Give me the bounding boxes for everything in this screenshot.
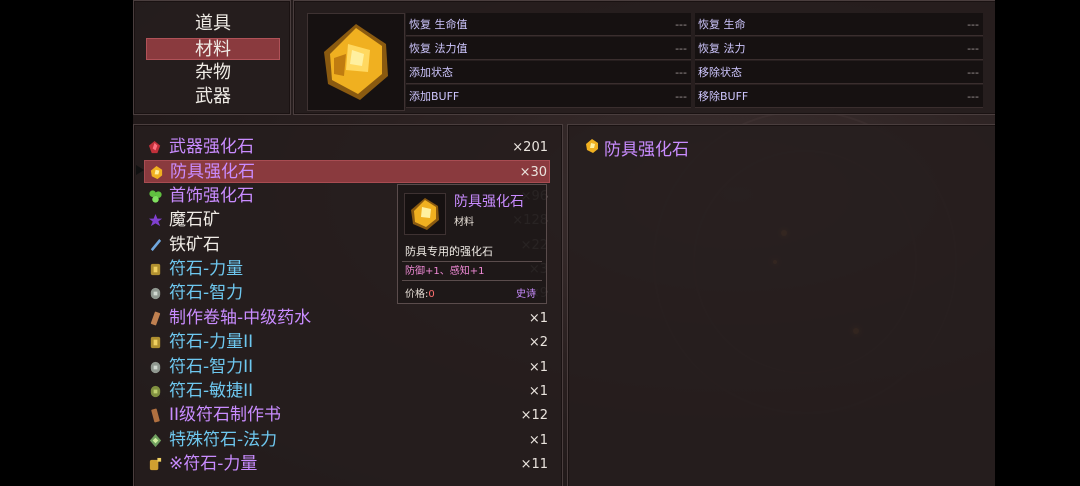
rune-gray-icon	[150, 288, 161, 300]
item-name: 符石-敏捷II	[169, 381, 254, 401]
item-info-panel: 恢复 生命值 --- 恢复 法力值 --- 添加状态 --- 添加BUFF --…	[293, 0, 995, 115]
gold-armor-stone-icon	[586, 139, 598, 153]
item-preview	[307, 13, 405, 111]
list-item[interactable]: 武器强化石 ×201	[144, 136, 550, 159]
stat-value: ---	[967, 66, 979, 79]
list-item[interactable]: II级符石制作书 ×12	[144, 404, 550, 427]
list-item[interactable]: 符石-敏捷II ×1	[144, 380, 550, 403]
rune-special-icon	[149, 433, 162, 447]
stat-row: 移除BUFF ---	[695, 85, 983, 108]
stat-label: 移除状态	[698, 66, 742, 79]
scroll-icon	[150, 311, 161, 326]
rune-yellow-icon	[150, 263, 161, 276]
stat-value: ---	[675, 66, 687, 79]
item-quantity: ×30	[519, 165, 547, 181]
red-gem-icon	[148, 140, 161, 154]
item-name: 防具强化石	[170, 162, 255, 183]
stat-label: 恢复 生命值	[409, 18, 468, 31]
gold-armor-stone-icon	[324, 24, 388, 100]
gold-armor-stone-icon	[411, 198, 439, 230]
item-name: 符石-力量II	[169, 332, 254, 353]
list-item[interactable]: 防具强化石 ×30	[144, 160, 550, 184]
tooltip-category: 材料	[454, 217, 474, 228]
price-label: 价格:	[405, 289, 429, 300]
list-item[interactable]: ※符石-力量 ×11	[144, 453, 550, 476]
tooltip-item-icon	[404, 193, 446, 235]
list-item[interactable]: 制作卷轴-中级药水 ×1	[144, 307, 550, 330]
stat-row: 恢复 生命 ---	[695, 13, 983, 36]
item-name: 首饰强化石	[169, 185, 254, 206]
item-name: 魔石矿	[169, 210, 220, 231]
gold-armor-stone-icon	[150, 166, 163, 180]
rune-gold-icon	[149, 458, 162, 471]
stat-value: ---	[967, 42, 979, 55]
stat-value: ---	[967, 90, 979, 103]
item-quantity: ×12	[520, 408, 548, 424]
category-misc[interactable]: 杂物	[146, 62, 280, 84]
blue-shard-icon	[150, 238, 162, 251]
item-name: 铁矿石	[169, 234, 220, 255]
tooltip-stats: 防御+1、感知+1	[402, 261, 542, 281]
list-item[interactable]: 符石-力量II ×2	[144, 331, 550, 354]
price-value: 0	[428, 289, 435, 300]
item-quantity: ×1	[528, 432, 548, 448]
stat-label: 恢复 法力值	[409, 42, 468, 55]
purple-star-icon	[148, 214, 163, 227]
stat-label: 移除BUFF	[698, 90, 749, 103]
detail-title: 防具强化石	[604, 140, 689, 160]
rune-green-icon	[150, 385, 161, 398]
item-name: 武器强化石	[169, 137, 254, 157]
stat-value: ---	[675, 18, 687, 31]
category-weapons[interactable]: 武器	[146, 86, 280, 108]
item-name: II级符石制作书	[169, 405, 282, 426]
stat-label: 恢复 生命	[698, 18, 746, 31]
stat-row: 移除状态 ---	[695, 61, 983, 84]
item-quantity: ×1	[528, 384, 548, 399]
category-materials[interactable]: 材料	[146, 38, 280, 60]
stat-value: ---	[675, 90, 687, 103]
tooltip-description: 防具专用的强化石	[405, 245, 493, 258]
list-item[interactable]: 特殊符石-法力 ×1	[144, 429, 550, 452]
item-quantity: ×2	[528, 335, 548, 351]
stat-label: 添加状态	[409, 66, 453, 79]
category-items[interactable]: 道具	[146, 13, 280, 35]
selection-cursor-icon	[136, 165, 144, 175]
item-name: ※符石-力量	[169, 454, 258, 475]
tooltip-name: 防具强化石	[454, 194, 524, 210]
item-name: 符石-智力II	[169, 356, 254, 377]
game-screen: 道具 材料 杂物 武器 恢复 生命值 --- 恢复 法力值 --- 添加状态 -…	[133, 0, 995, 486]
rune-gray-icon	[150, 361, 161, 373]
stat-row: 添加状态 ---	[406, 61, 691, 84]
item-quantity: ×1	[528, 310, 548, 326]
stat-row: 添加BUFF ---	[406, 85, 691, 108]
stat-label: 恢复 法力	[698, 42, 746, 55]
tooltip-price: 价格:0	[405, 285, 435, 300]
green-gem-icon	[149, 190, 162, 203]
stat-row: 恢复 生命值 ---	[406, 13, 691, 36]
stat-label: 添加BUFF	[409, 90, 460, 103]
list-item[interactable]: 符石-智力II ×1	[144, 356, 550, 379]
item-list: 武器强化石×201防具强化石×30首饰强化石×96魔石矿×128铁矿石×22符石…	[133, 124, 563, 486]
tooltip-rarity: 史诗	[516, 289, 536, 300]
item-name: 符石-智力	[169, 283, 244, 304]
item-name: 符石-力量	[169, 259, 244, 279]
stat-row: 恢复 法力值 ---	[406, 37, 691, 60]
book-icon	[151, 409, 160, 423]
item-name: 特殊符石-法力	[169, 429, 278, 450]
stat-value: ---	[675, 42, 687, 55]
stat-value: ---	[967, 18, 979, 31]
item-tooltip: 防具强化石 材料 防具专用的强化石 防御+1、感知+1 价格:0 史诗	[397, 184, 547, 304]
item-quantity: ×1	[528, 359, 548, 375]
stat-row: 恢复 法力 ---	[695, 37, 983, 60]
item-quantity: ×11	[520, 457, 548, 473]
category-menu: 道具 材料 杂物 武器	[133, 0, 291, 115]
item-quantity: ×201	[512, 140, 548, 155]
item-detail-panel: 防具强化石	[567, 124, 995, 486]
item-name: 制作卷轴-中级药水	[169, 307, 312, 328]
rune-yellow-icon	[150, 337, 161, 349]
